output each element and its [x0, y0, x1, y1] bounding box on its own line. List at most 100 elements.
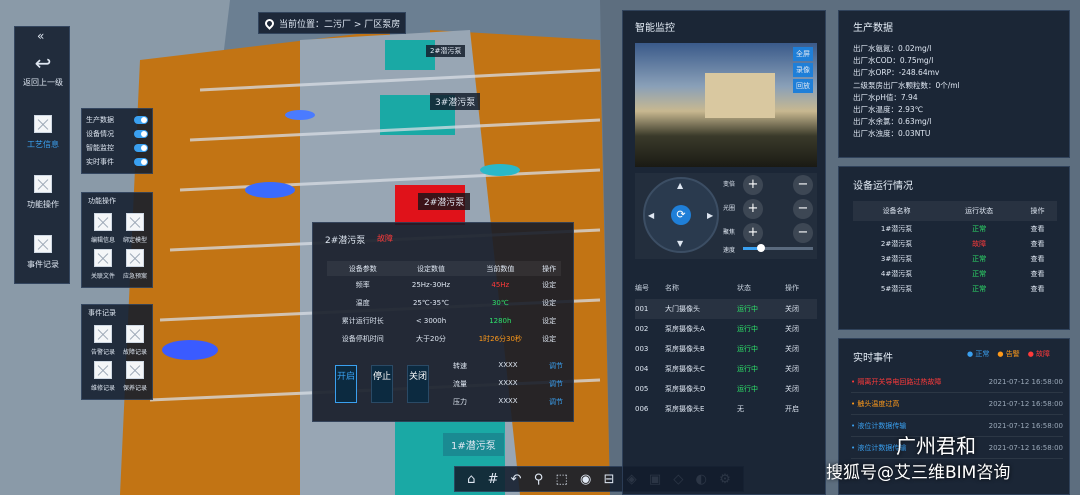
- app-screen: 当前位置：二污厂 > 厂区泵房 2#潜污泵 3#潜污泵 2#潜污泵 1#潜污泵 …: [0, 0, 1080, 495]
- camera-feed[interactable]: 全屏 录像 回放: [635, 43, 817, 167]
- camera-id: 003: [635, 345, 649, 353]
- speed-slider[interactable]: [743, 244, 813, 252]
- set-button[interactable]: 设定: [537, 276, 561, 294]
- event-fault-record[interactable]: 故障记录: [120, 325, 150, 356]
- camera-list: 001 大门摄像头 运行中 关闭 002 泵房摄像头A 运行中 关闭 003 泵房摄像头B 运行中关…: [635, 299, 817, 419]
- production-item: 出厂水pH值：7.94: [853, 92, 918, 102]
- nav-item-process-info[interactable]: 工艺信息: [15, 111, 71, 163]
- scene-label-pump-1[interactable]: 1#潜污泵: [443, 433, 504, 456]
- event-maintenance-record[interactable]: 保养记录: [120, 361, 150, 392]
- equipment-status-panel: 设备运行情况 设备名称 运行状态 操作 1#潜污泵 正常 查看 2#潜污泵 故障 查看 3#…: [838, 166, 1070, 330]
- event-log-icon: [34, 235, 52, 253]
- select-icon[interactable]: ⬚: [556, 472, 568, 487]
- camera-toggle-button[interactable]: 关闭: [785, 384, 815, 394]
- collapse-icon[interactable]: «: [37, 29, 44, 43]
- start-button[interactable]: 开启: [335, 365, 357, 403]
- arrow-down-icon[interactable]: ▼: [677, 239, 683, 248]
- iris-minus-button[interactable]: −: [793, 199, 813, 219]
- camera-row[interactable]: 004 泵房摄像头C 运行中 关闭: [635, 359, 817, 379]
- adjust-button[interactable]: 调节: [549, 361, 563, 371]
- camera-row[interactable]: 003 泵房摄像头B 运行中 关闭: [635, 339, 817, 359]
- camera-status: 无: [737, 405, 744, 413]
- production-data-toggle[interactable]: [134, 116, 148, 124]
- measure-icon[interactable]: ⊟: [604, 472, 615, 487]
- production-item: 出厂水氨氮：0.02mg/l: [853, 44, 932, 53]
- scene-label-pump-2-top[interactable]: 2#潜污泵: [426, 45, 466, 57]
- camera-toggle-button[interactable]: 开启: [785, 404, 815, 414]
- pump-detail-popup: 2#潜污泵 故障 设备参数 设定数值 当前数值 操作 频率 25Hz-30Hz 45…: [312, 222, 574, 422]
- scene-label-pump-2[interactable]: 2#潜污泵: [418, 193, 471, 210]
- production-item: 出厂水温度：2.93℃: [853, 105, 924, 115]
- set-button[interactable]: 设定: [537, 294, 561, 312]
- focus-plus-button[interactable]: +: [743, 223, 763, 243]
- playback-button[interactable]: 回放: [793, 79, 813, 93]
- nav-item-event-log[interactable]: 事件记录: [15, 231, 71, 283]
- arrow-left-icon[interactable]: ◀: [648, 211, 654, 220]
- adjust-button[interactable]: 调节: [549, 397, 563, 407]
- back-arrow-icon: ↩: [34, 51, 52, 75]
- production-item: 出厂水浊度：0.03NTU: [853, 129, 931, 139]
- camera-row[interactable]: 002 泵房摄像头A 运行中 关闭: [635, 319, 817, 339]
- camera-toggle-button[interactable]: 关闭: [785, 324, 815, 334]
- smart-monitoring-toggle[interactable]: [134, 144, 148, 152]
- zoom-plus-button[interactable]: +: [743, 175, 763, 195]
- iris-plus-button[interactable]: +: [743, 199, 763, 219]
- speed-slider-handle[interactable]: [756, 244, 765, 252]
- event-repair-record[interactable]: 维修记录: [88, 361, 118, 392]
- event-alarm-record[interactable]: 告警记录: [88, 325, 118, 356]
- equipment-status-toggle[interactable]: [134, 130, 148, 138]
- camera-toggle-button[interactable]: 关闭: [785, 304, 815, 314]
- stop-button[interactable]: 停止: [371, 365, 393, 403]
- refresh-icon[interactable]: ⟳: [671, 205, 691, 225]
- equipment-status: 正常: [972, 269, 987, 278]
- walk-icon[interactable]: ⚲: [534, 472, 544, 487]
- direction-pad[interactable]: ⟳ ▲ ▼ ◀ ▶: [643, 177, 719, 253]
- camera-toggle-button[interactable]: 关闭: [785, 364, 815, 374]
- camera-row[interactable]: 001 大门摄像头 运行中 关闭: [635, 299, 817, 319]
- toggle-row-monitoring[interactable]: 智能监控: [86, 141, 148, 155]
- visibility-icon[interactable]: ◉: [580, 472, 591, 487]
- view-button[interactable]: 查看: [1018, 236, 1057, 251]
- grid-icon[interactable]: #: [488, 472, 499, 487]
- arrow-right-icon[interactable]: ▶: [707, 211, 713, 220]
- home-icon[interactable]: ⌂: [467, 472, 475, 487]
- nav-item-function-ops[interactable]: 功能操作: [15, 171, 71, 223]
- func-emergency-plan[interactable]: 应急预案: [120, 249, 150, 280]
- close-button[interactable]: 关闭: [407, 365, 429, 403]
- func-bind-model[interactable]: 绑定模型: [120, 213, 150, 244]
- table-row: 5#潜污泵 正常 查看: [853, 281, 1057, 296]
- func-related-files[interactable]: 关联文件: [88, 249, 118, 280]
- function-ops-panel: 功能操作 编辑信息 绑定模型 关联文件 应急预案: [81, 192, 153, 288]
- adjust-button[interactable]: 调节: [549, 379, 563, 389]
- set-button[interactable]: 设定: [537, 312, 561, 330]
- scene-label-pump-3[interactable]: 3#潜污泵: [430, 93, 481, 110]
- camera-status: 运行中: [737, 385, 758, 393]
- recording-button[interactable]: 录像: [793, 63, 813, 77]
- set-button[interactable]: 设定: [537, 330, 561, 348]
- camera-row[interactable]: 005 泵房摄像头D 运行中 关闭: [635, 379, 817, 399]
- event-item[interactable]: • 触头温度过高 2021-07-12 16:58:00: [851, 393, 1063, 415]
- toggle-row-events[interactable]: 实时事件: [86, 155, 148, 169]
- production-item: 出厂水余氯：0.63mg/l: [853, 117, 932, 127]
- undo-icon[interactable]: ↶: [511, 472, 522, 487]
- back-button[interactable]: ↩ 返回上一级: [15, 49, 71, 103]
- toggle-row-equipment[interactable]: 设备情况: [86, 127, 148, 141]
- equipment-status: 正常: [972, 224, 987, 233]
- production-list: 出厂水氨氮：0.02mg/l 出厂水COD：0.75mg/l 出厂水ORP：-248…: [853, 43, 960, 141]
- camera-toggle-button[interactable]: 关闭: [785, 344, 815, 354]
- view-button[interactable]: 查看: [1018, 221, 1057, 236]
- realtime-events-toggle[interactable]: [134, 158, 148, 166]
- fullscreen-button[interactable]: 全屏: [793, 47, 813, 61]
- view-button[interactable]: 查看: [1018, 281, 1057, 296]
- view-button[interactable]: 查看: [1018, 251, 1057, 266]
- event-item[interactable]: • 隔离开关导电回路过热故障 2021-07-12 16:58:00: [851, 371, 1063, 393]
- arrow-up-icon[interactable]: ▲: [677, 181, 683, 190]
- equipment-status: 正常: [972, 284, 987, 293]
- view-button[interactable]: 查看: [1018, 266, 1057, 281]
- toggle-row-production[interactable]: 生产数据: [86, 113, 148, 127]
- zoom-minus-button[interactable]: −: [793, 175, 813, 195]
- focus-minus-button[interactable]: −: [793, 223, 813, 243]
- camera-row[interactable]: 006 泵房摄像头E 无 开启: [635, 399, 817, 419]
- table-row: 频率 25Hz-30Hz 45Hz 设定: [327, 276, 561, 294]
- func-edit-info[interactable]: 编辑信息: [88, 213, 118, 244]
